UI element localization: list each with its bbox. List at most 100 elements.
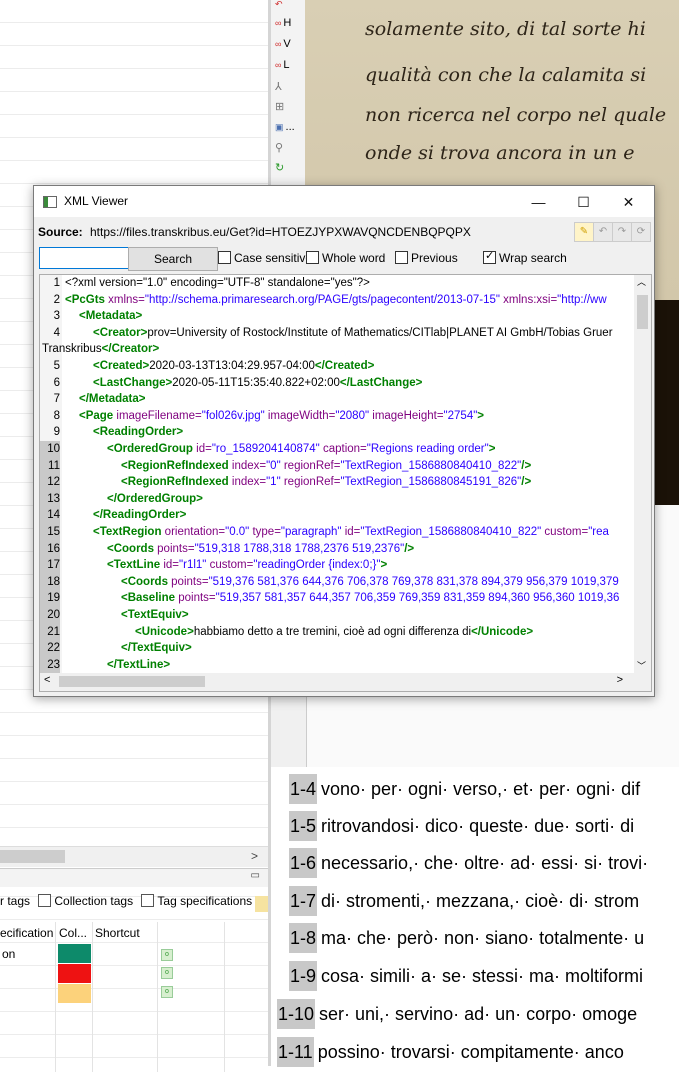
transcription-line[interactable]: 1-5 ritrovandosi· dico· queste· due· sort…: [289, 811, 634, 841]
color-swatch[interactable]: [58, 964, 91, 983]
xml-line[interactable]: <TextEquiv>: [65, 607, 189, 624]
xml-line[interactable]: <Metadata>: [65, 308, 142, 325]
undo-icon[interactable]: ↶: [275, 0, 285, 10]
scroll-right-icon[interactable]: >: [251, 849, 258, 863]
xml-line[interactable]: <Coords points="519,376 581,376 644,376 …: [65, 574, 619, 591]
line-text[interactable]: possino· trovarsi· compitamente· anco: [314, 1042, 624, 1062]
xml-line[interactable]: <RegionRefIndexed index="1" regionRef="T…: [65, 474, 531, 491]
xml-line[interactable]: <TextLine id="r1l1" custom="readingOrder…: [65, 557, 387, 574]
previous-option[interactable]: Previous: [395, 251, 458, 265]
transcription-line[interactable]: 1-7 di· stromenti,· mezzana,· cioè· di· s…: [289, 886, 639, 916]
partial-tags-label: r tags: [0, 894, 31, 908]
xml-line[interactable]: </ReadingOrder>: [65, 507, 186, 524]
xml-line[interactable]: <PcGts xmlns="http://schema.primaresearc…: [65, 292, 607, 309]
manuscript-edge: [655, 300, 679, 505]
transcription-line[interactable]: 1-4 vono· per· ogni· verso,· et· per· ogn…: [289, 774, 640, 804]
xml-line[interactable]: <RegionRefIndexed index="0" regionRef="T…: [65, 458, 531, 475]
whole-word-option[interactable]: Whole word: [306, 251, 385, 265]
line-text[interactable]: vono· per· ogni· verso,· et· per· ogni· …: [317, 779, 640, 799]
close-button[interactable]: ✕: [606, 189, 651, 215]
link-h-button[interactable]: ∞ H: [275, 17, 291, 29]
xml-line[interactable]: </Metadata>: [65, 391, 145, 408]
maximize-button[interactable]: ☐: [561, 189, 606, 215]
xml-line[interactable]: </TextEquiv>: [65, 640, 192, 657]
transcription-line[interactable]: 1-11 possino· trovarsi· compitamente· anc…: [277, 1037, 624, 1067]
case-sensitive-checkbox[interactable]: [218, 251, 231, 264]
xml-line[interactable]: Transkribus</Creator>: [42, 341, 159, 358]
canvas-toolbar: ↶ ∞ H ∞ V ∞ L ⅄ ⊞ ▣... ⚲ ↻: [271, 0, 305, 185]
pencil-icon[interactable]: [255, 896, 268, 912]
transcription-line[interactable]: 1-9 cosa· simili· a· se· stessi· ma· molt…: [289, 961, 643, 991]
link-l-button[interactable]: ∞ L: [275, 59, 290, 71]
collection-tags-checkbox[interactable]: [38, 894, 52, 907]
scroll-left-icon[interactable]: <: [44, 674, 50, 686]
add-attribute-icon[interactable]: o: [161, 949, 173, 961]
line-number: 5: [53, 360, 60, 372]
horizontal-scrollbar[interactable]: >: [0, 846, 268, 867]
link-v-button[interactable]: ∞ V: [275, 38, 291, 50]
undo-icon[interactable]: ↶: [593, 222, 613, 242]
line-number: 11: [40, 457, 60, 475]
line-text[interactable]: ritrovandosi· dico· queste· due· sorti· …: [317, 816, 634, 836]
color-swatch[interactable]: [58, 984, 91, 1003]
xml-line[interactable]: <Baseline points="519,357 581,357 644,35…: [65, 590, 619, 607]
line-text[interactable]: di· stromenti,· mezzana,· cioè· di· stro…: [317, 891, 639, 911]
search-input[interactable]: [39, 247, 131, 269]
transcription-editor[interactable]: 1-4 vono· per· ogni· verso,· et· per· ogn…: [271, 770, 679, 1067]
whole-word-checkbox[interactable]: [306, 251, 319, 264]
scroll-down-icon[interactable]: ﹀: [637, 659, 646, 672]
xml-line[interactable]: <?xml version="1.0" encoding="UTF-8" sta…: [65, 275, 370, 292]
redo-icon[interactable]: ↷: [612, 222, 632, 242]
line-text[interactable]: necessario,· che· oltre· ad· essi· si· t…: [317, 853, 648, 873]
scroll-right-icon[interactable]: >: [617, 674, 623, 686]
scrollbar-thumb[interactable]: [59, 676, 205, 687]
tag-name-cell: on: [2, 947, 16, 961]
wrap-search-checkbox[interactable]: [483, 249, 496, 264]
maximize-icon[interactable]: ▭: [251, 870, 260, 881]
wrap-search-option[interactable]: Wrap search: [483, 249, 567, 265]
xml-line[interactable]: </TextLine>: [65, 657, 170, 674]
scrollbar-thumb[interactable]: [637, 295, 648, 329]
transcription-line[interactable]: 1-8 ma· che· però· non· siano· totalmente…: [289, 923, 644, 953]
xml-line[interactable]: </OrderedGroup>: [65, 491, 203, 508]
xml-line[interactable]: <LastChange>2020-05-11T15:35:40.822+02:0…: [65, 375, 422, 392]
xml-line[interactable]: <Page imageFilename="fol026v.jpg" imageW…: [65, 408, 484, 425]
wrench-icon[interactable]: ⚲: [275, 141, 283, 154]
horizontal-scrollbar[interactable]: < >: [40, 673, 651, 691]
previous-checkbox[interactable]: [395, 251, 408, 264]
edit-icon[interactable]: ✎: [574, 222, 594, 242]
xml-line[interactable]: <Unicode>habbiamo detto a tre tremini, c…: [65, 624, 533, 641]
add-attribute-icon[interactable]: o: [161, 967, 173, 979]
scrollbar-thumb[interactable]: [0, 850, 65, 863]
title-bar[interactable]: XML Viewer — ☐ ✕: [34, 186, 654, 217]
transcription-line[interactable]: 1-6 necessario,· che· oltre· ad· essi· si…: [289, 848, 648, 878]
scroll-up-icon[interactable]: ︿: [637, 275, 646, 288]
xml-line[interactable]: <Created>2020-03-13T13:04:29.957-04:00</…: [65, 358, 374, 375]
xml-text-area[interactable]: 123456789101112131415161718192021222324 …: [39, 274, 652, 692]
tag-specifications-checkbox[interactable]: [141, 894, 155, 907]
minimize-button[interactable]: —: [516, 189, 561, 215]
table-icon[interactable]: ⊞: [275, 100, 284, 113]
add-attribute-icon[interactable]: o: [161, 986, 173, 998]
line-text[interactable]: ser· uni,· servino· ad· un· corpo· omoge: [315, 1004, 637, 1024]
line-text[interactable]: ma· che· però· non· siano· totalmente· u: [317, 928, 644, 948]
xml-line[interactable]: <Creator>prov=University of Rostock/Inst…: [65, 325, 613, 342]
reload-icon[interactable]: ⟳: [631, 222, 651, 242]
image-button[interactable]: ▣...: [275, 121, 295, 133]
search-button[interactable]: Search: [128, 247, 218, 271]
xml-line[interactable]: <Coords points="519,318 1788,318 1788,23…: [65, 541, 414, 558]
vertical-scrollbar[interactable]: ︿ ﹀: [634, 275, 651, 673]
column-header-shortcut[interactable]: Shortcut: [95, 926, 140, 940]
color-swatch[interactable]: [58, 944, 91, 963]
redo-icon[interactable]: ↻: [275, 161, 284, 174]
transcription-line[interactable]: 1-10 ser· uni,· servino· ad· un· corpo· o…: [277, 999, 637, 1029]
xml-line[interactable]: <TextRegion orientation="0.0" type="para…: [65, 524, 609, 541]
line-text[interactable]: cosa· simili· a· se· stessi· ma· moltifo…: [317, 966, 643, 986]
person-icon[interactable]: ⅄: [275, 80, 282, 93]
case-sensitive-option[interactable]: Case sensitive: [218, 251, 312, 265]
xml-line[interactable]: <OrderedGroup id="ro_1589204140874" capt…: [65, 441, 495, 458]
xml-line[interactable]: <ReadingOrder>: [65, 424, 183, 441]
column-header-specification[interactable]: ecification: [0, 926, 53, 940]
column-header-color[interactable]: Col...: [59, 926, 87, 940]
line-number: 15: [40, 524, 60, 541]
